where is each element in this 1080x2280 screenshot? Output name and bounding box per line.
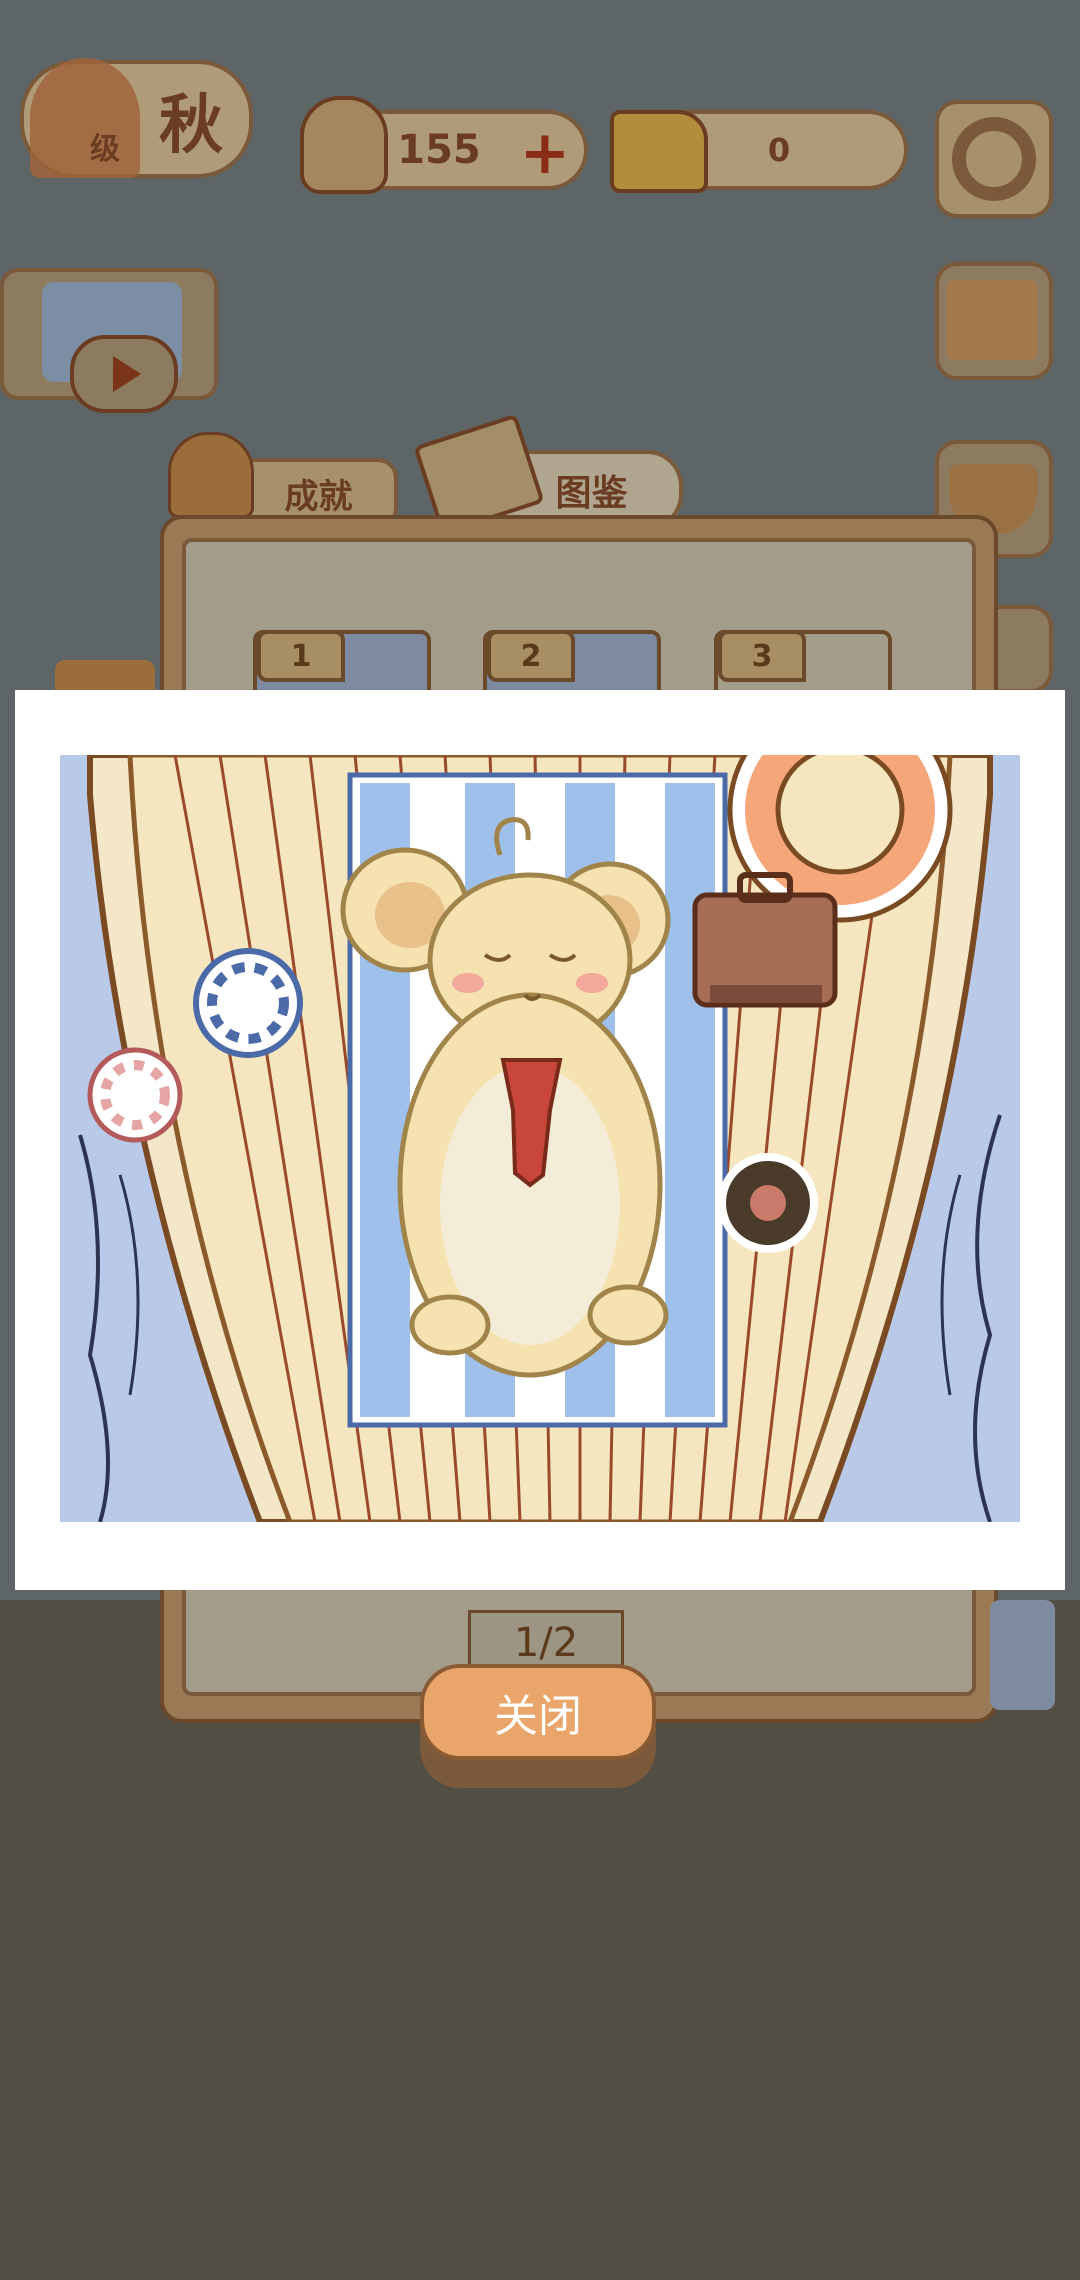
- shop-button[interactable]: [935, 262, 1053, 380]
- add-fish-button[interactable]: +: [520, 118, 570, 188]
- slot-number: 2: [487, 630, 575, 682]
- cheese-icon: [610, 110, 708, 193]
- fishbone-icon: [300, 96, 388, 194]
- close-button[interactable]: 关闭: [420, 1664, 656, 1760]
- season-text: 秋: [159, 89, 223, 163]
- slot-number: 1: [257, 630, 345, 682]
- play-icon: [113, 356, 141, 392]
- season-level-badge[interactable]: 级 秋: [20, 58, 253, 178]
- fish-count: 155: [397, 127, 481, 173]
- cheese-count: 0: [767, 131, 791, 169]
- level-glyph: 级: [90, 132, 120, 167]
- market-stall-icon: [947, 280, 1037, 360]
- tree-icon: [30, 58, 140, 178]
- tab-guide-label: 图鉴: [555, 473, 628, 514]
- right-side-button-partial[interactable]: [990, 1600, 1055, 1710]
- settings-button[interactable]: [935, 100, 1053, 218]
- collection-picture: [60, 755, 1020, 1522]
- gear-icon: [952, 117, 1036, 201]
- slot-number: 3: [718, 630, 806, 682]
- trophy-icon: [168, 432, 254, 518]
- play-video-button[interactable]: [70, 335, 178, 413]
- tab-achievements-label: 成就: [284, 476, 353, 517]
